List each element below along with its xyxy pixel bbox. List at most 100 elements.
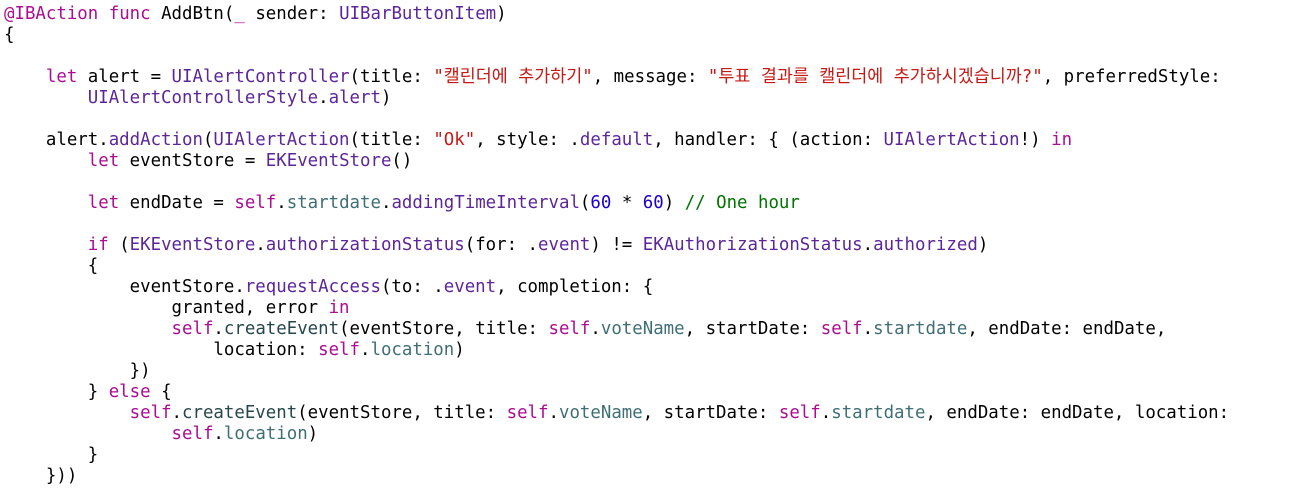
code-token-type: UIAlertAction — [883, 130, 1020, 150]
code-token-string: "캘린더에 추가하기" — [433, 67, 593, 87]
code-line: }) — [4, 361, 1316, 382]
code-token-plain: . — [590, 319, 601, 339]
code-token-plain: endDate = — [119, 193, 235, 213]
code-token-keyword: self — [820, 319, 863, 339]
code-token-keyword: self — [234, 193, 277, 213]
code-token-plain: , style: . — [475, 130, 580, 150]
code-token-method: createEvent — [223, 319, 340, 339]
code-token-keyword: let — [45, 67, 78, 87]
code-line: let endDate = self.startdate.addingTimeI… — [4, 193, 1316, 214]
code-token-type: requestAccess — [244, 277, 381, 297]
code-token-keyword: in — [1051, 130, 1073, 150]
code-token-keyword: self — [506, 403, 549, 423]
code-token-keyword: if — [87, 235, 109, 255]
code-token-plain: (to: . — [380, 277, 444, 297]
code-line: eventStore.requestAccess(to: .event, com… — [4, 277, 1316, 298]
code-token-plain: } — [4, 382, 109, 402]
code-token-plain: { — [150, 382, 172, 402]
code-line: { — [4, 256, 1316, 277]
code-token-plain: sender: — [244, 4, 340, 24]
code-token-plain: }) — [4, 361, 151, 381]
code-editor[interactable]: @IBAction func AddBtn(_ sender: UIBarBut… — [4, 4, 1316, 487]
code-line: self.location) — [4, 424, 1316, 445]
code-token-keyword: func — [108, 4, 151, 24]
code-token-plain: ) != — [590, 235, 643, 255]
code-token-type: alert — [328, 88, 381, 108]
code-token-plain: ( — [579, 193, 591, 213]
code-token-plain: ) — [663, 193, 685, 213]
code-token-type: addAction — [108, 130, 203, 150]
code-token-plain: . — [318, 88, 329, 108]
code-token-type: authorizationStatus — [265, 235, 465, 255]
code-line: self.createEvent(eventStore, title: self… — [4, 319, 1316, 340]
code-token-type: EKAuthorizationStatus — [642, 235, 863, 255]
code-token-plain: . — [820, 403, 832, 423]
code-token-plain: } — [4, 445, 99, 465]
code-line: @IBAction func AddBtn(_ sender: UIBarBut… — [4, 4, 1316, 25]
code-token-plain: ) — [977, 235, 989, 255]
code-token-plain: , preferredStyle: — [1042, 67, 1221, 87]
code-token-keyword: self — [129, 403, 172, 423]
code-token-type: event — [443, 277, 497, 297]
code-token-type: default — [579, 130, 654, 150]
code-token-plain: alert. — [4, 130, 109, 150]
code-token-plain: granted, error — [4, 298, 329, 318]
code-token-plain: (title: — [349, 67, 434, 87]
code-token-plain: , completion: { — [496, 277, 654, 297]
code-token-type: EKEventStore — [265, 151, 392, 171]
code-token-plain: (title: — [349, 130, 434, 150]
code-token-property: startdate — [873, 319, 968, 339]
code-token-plain: , endDate: endDate, — [967, 319, 1167, 339]
code-token-plain: eventStore = — [119, 151, 266, 171]
code-line: location: self.location) — [4, 340, 1316, 361]
code-token-keyword: self — [171, 319, 214, 339]
code-line: } — [4, 445, 1316, 466]
code-token-plain: !) — [1019, 130, 1052, 150]
code-token-property: voteName — [600, 319, 685, 339]
code-token-string: "Ok" — [433, 130, 476, 150]
code-line: UIAlertControllerStyle.alert) — [4, 88, 1316, 109]
code-token-plain: , endDate: endDate, location: — [925, 403, 1230, 423]
code-token-type: event — [538, 235, 591, 255]
code-token-plain: . — [548, 403, 559, 423]
code-line: { — [4, 25, 1316, 46]
code-token-keyword: let — [87, 151, 120, 171]
code-token-plain: { — [4, 256, 99, 276]
code-token-property: startdate — [831, 403, 926, 423]
code-token-plain: . — [213, 424, 224, 444]
code-token-plain: ( — [202, 130, 214, 150]
code-token-plain: ) — [380, 88, 392, 108]
code-token-type: UIAlertController — [171, 67, 350, 87]
code-token-plain: . — [213, 319, 224, 339]
code-token-plain: (for: . — [464, 235, 539, 255]
code-token-plain: location: — [4, 340, 319, 360]
code-token-type: UIAlertControllerStyle — [87, 88, 319, 108]
code-line: } else { — [4, 382, 1316, 403]
code-token-plain: . — [171, 403, 183, 423]
code-token-plain: AddBtn( — [150, 4, 235, 24]
code-token-plain: . — [862, 235, 874, 255]
code-token-plain: ( — [108, 235, 130, 255]
code-token-plain: eventStore. — [4, 277, 245, 297]
code-token-number: 60 — [642, 193, 664, 213]
code-token-plain: () — [391, 151, 413, 171]
code-line: })) — [4, 466, 1316, 487]
code-token-keyword: _ — [234, 4, 245, 24]
code-token-plain: ) — [496, 4, 507, 24]
code-token-string: "투표 결과를 캘린더에 추가하시겠습니까?" — [707, 67, 1043, 87]
code-line: self.createEvent(eventStore, title: self… — [4, 403, 1316, 424]
code-token-plain: })) — [4, 466, 78, 486]
code-token-plain: , startDate: — [684, 319, 821, 339]
code-token-method: createEvent — [182, 403, 298, 423]
code-token-property: location — [370, 340, 455, 360]
code-token-plain: . — [255, 235, 266, 255]
code-token-type: EKEventStore — [129, 235, 256, 255]
